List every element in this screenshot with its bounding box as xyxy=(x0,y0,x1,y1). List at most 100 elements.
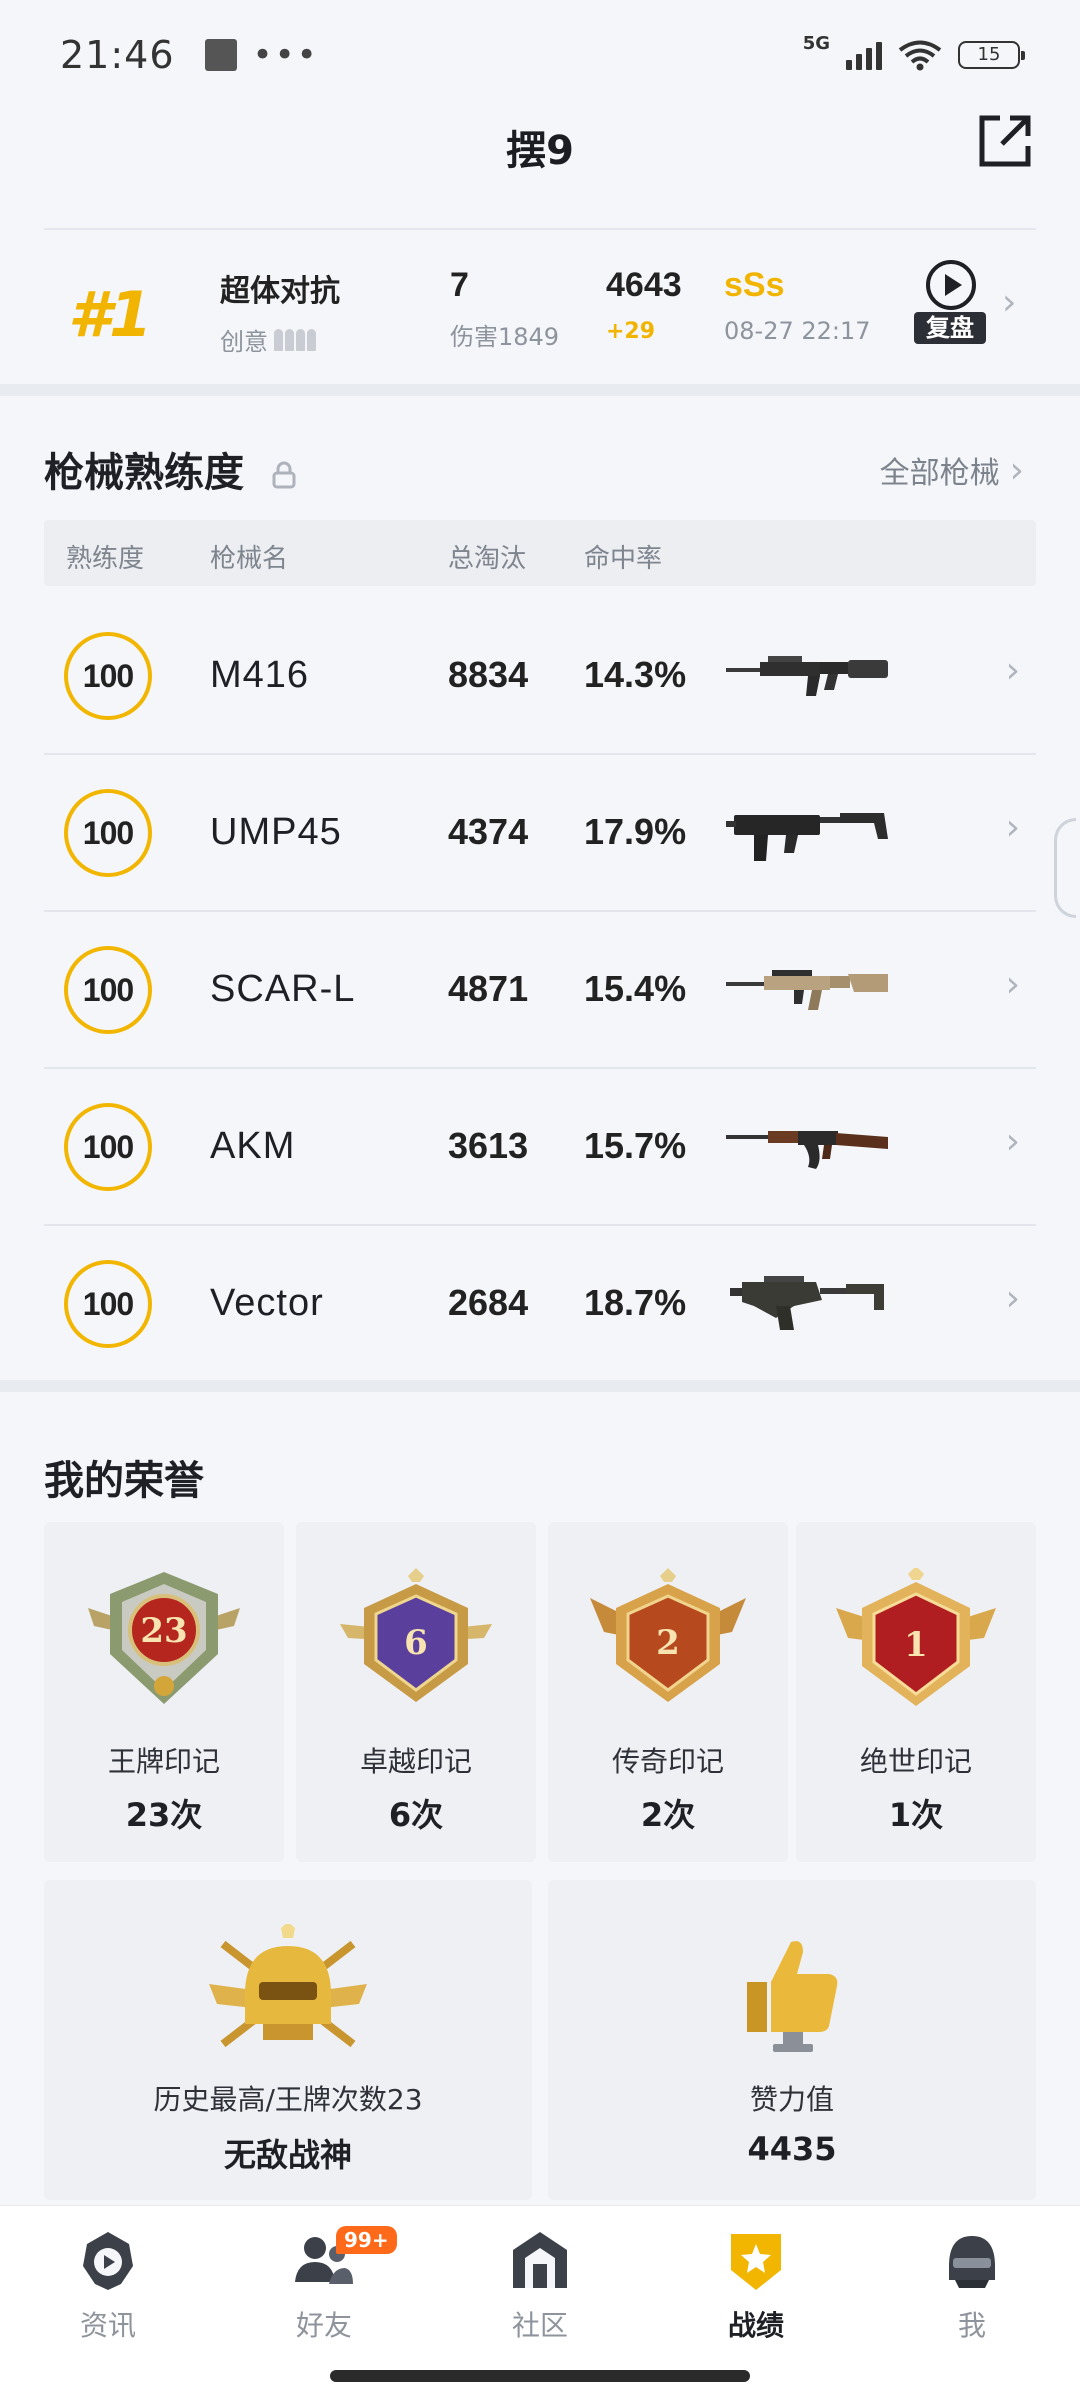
ace-emblem-icon: 23 xyxy=(88,1572,240,1704)
match-grade: sSs xyxy=(724,266,785,304)
nav-item-record[interactable]: 战绩 xyxy=(686,2230,826,2350)
column-header: 命中率 xyxy=(584,544,663,574)
honor-name: 卓越印记 xyxy=(359,1745,472,1778)
signal-icon xyxy=(846,40,882,70)
honor-card-excellent[interactable]: 6 卓越印记 6次 xyxy=(296,1522,536,1862)
weapon-row[interactable]: 100 Vector 2684 18.7% › xyxy=(44,1226,1036,1383)
match-rating-delta: +29 xyxy=(606,319,656,344)
m416-rifle-icon xyxy=(726,656,888,696)
nav-item-profile[interactable]: 我 xyxy=(902,2230,1042,2350)
ump45-smg-icon xyxy=(726,813,888,861)
weapon-kills: 8834 xyxy=(448,654,529,695)
weapon-row[interactable]: 100 UMP45 4374 17.9% › xyxy=(44,755,1036,912)
record-icon xyxy=(731,2234,781,2290)
nav-label: 我 xyxy=(957,2309,986,2342)
news-icon xyxy=(83,2232,133,2290)
match-rating: 4643 xyxy=(606,266,682,304)
proficiency-badge: 100 xyxy=(64,1103,152,1191)
highest-rank-card[interactable]: 历史最高/王牌次数23 无敌战神 xyxy=(44,1880,532,2200)
section-divider xyxy=(0,1380,1080,1392)
vector-smg-icon xyxy=(730,1276,884,1330)
honor-name: 王牌印记 xyxy=(107,1745,220,1778)
highest-rank-label: 历史最高/王牌次数23 xyxy=(153,2083,423,2116)
proficiency-badge: 100 xyxy=(64,632,152,720)
highest-rank-value: 无敌战神 xyxy=(223,2136,352,2174)
chevron-right-icon: › xyxy=(1009,449,1024,491)
nav-label: 战绩 xyxy=(727,2309,784,2342)
honor-card-ace[interactable]: 23 王牌印记 23次 xyxy=(44,1522,284,1862)
weapon-table-header: 熟练度 枪械名 总淘汰 命中率 xyxy=(44,520,1036,586)
nav-item-community[interactable]: 社区 xyxy=(470,2230,610,2350)
emblem-number: 6 xyxy=(404,1623,428,1663)
column-header: 总淘汰 xyxy=(448,544,527,574)
honor-count: 23次 xyxy=(125,1796,203,1834)
weapon-name: UMP45 xyxy=(210,811,342,853)
community-icon xyxy=(513,2232,567,2288)
weapon-kills: 4374 xyxy=(448,811,529,852)
weapon-row[interactable]: 100 SCAR-L 4871 15.4% › xyxy=(44,912,1036,1069)
match-datetime: 08-27 22:17 xyxy=(724,317,871,345)
battery-icon: 15 xyxy=(958,41,1025,69)
page-title: 摆9 xyxy=(506,128,574,174)
weapon-section-title: 枪械熟练度 xyxy=(44,450,244,496)
akm-rifle-icon xyxy=(726,1131,888,1169)
proficiency-badge: 100 xyxy=(64,1260,152,1348)
page-header: 摆9 xyxy=(0,100,1080,190)
match-mode: 超体对抗 xyxy=(220,274,340,309)
excellent-emblem-icon: 6 xyxy=(340,1568,492,1702)
side-drawer-handle[interactable] xyxy=(1054,818,1076,918)
wifi-icon xyxy=(898,40,942,71)
weapon-name: AKM xyxy=(210,1125,296,1167)
nav-item-news[interactable]: 资讯 xyxy=(38,2230,178,2350)
proficiency-badge: 100 xyxy=(64,946,152,1034)
all-weapons-link[interactable]: 全部枪械 › xyxy=(880,448,1024,492)
rank-badge: #1 xyxy=(68,278,152,351)
nav-item-friends[interactable]: 99+ 好友 xyxy=(254,2226,397,2350)
weapon-row[interactable]: 100 AKM 3613 15.7% › xyxy=(44,1069,1036,1226)
chevron-right-icon: › xyxy=(1005,807,1020,848)
honor-card-legend[interactable]: 2 传奇印记 2次 xyxy=(548,1522,788,1862)
chevron-right-icon: › xyxy=(1002,282,1017,323)
recent-match-card[interactable]: #1 超体对抗 创意 7 伤害1849 4643 +29 sSs 08-27 2… xyxy=(44,228,1036,378)
legend-emblem-icon: 2 xyxy=(590,1568,746,1702)
emblem-number: 2 xyxy=(656,1623,680,1663)
honor-card-peerless[interactable]: 1 绝世印记 1次 xyxy=(796,1522,1036,1862)
weapon-name: M416 xyxy=(210,654,310,696)
likes-card[interactable]: 赞力值 4435 xyxy=(548,1880,1036,2200)
all-weapons-label: 全部枪械 xyxy=(879,456,1000,491)
proficiency-badge: 100 xyxy=(64,789,152,877)
chevron-right-icon: › xyxy=(1005,1278,1020,1319)
friends-badge: 99+ xyxy=(336,2226,397,2254)
weapon-accuracy: 17.9% xyxy=(584,811,687,852)
replay-icon xyxy=(926,260,976,310)
lock-icon xyxy=(272,461,296,489)
honor-name: 绝世印记 xyxy=(859,1745,972,1778)
weapon-row[interactable]: 100 M416 8834 14.3% › xyxy=(44,598,1036,755)
match-mode-sub: 创意 xyxy=(220,328,268,356)
likes-value: 4435 xyxy=(747,2130,837,2168)
nav-label: 好友 xyxy=(295,2309,352,2342)
network-type: 5G xyxy=(802,32,830,54)
weapon-kills: 4871 xyxy=(448,968,529,1009)
chevron-right-icon: › xyxy=(1005,1121,1020,1162)
scar-l-rifle-icon xyxy=(726,970,888,1010)
weapon-section-header: 枪械熟练度 xyxy=(44,440,296,498)
replay-button[interactable]: 复盘 xyxy=(914,258,986,354)
column-header: 枪械名 xyxy=(210,544,289,574)
home-indicator[interactable] xyxy=(330,2370,750,2382)
nav-label: 资讯 xyxy=(79,2309,136,2342)
notification-icon xyxy=(204,39,237,71)
likes-label: 赞力值 xyxy=(749,2083,834,2116)
weapon-kills: 2684 xyxy=(448,1282,529,1323)
column-header: 熟练度 xyxy=(66,544,145,574)
squad-icon xyxy=(274,328,316,351)
status-time: 21:46 xyxy=(60,33,175,77)
honors-section-title: 我的荣誉 xyxy=(44,1458,204,1504)
weapon-kills: 3613 xyxy=(448,1125,529,1166)
peerless-emblem-icon: 1 xyxy=(836,1568,996,1706)
more-notifications-icon: ••• xyxy=(252,35,319,75)
chevron-right-icon: › xyxy=(1005,964,1020,1005)
share-external-icon[interactable] xyxy=(974,110,1036,172)
weapon-accuracy: 15.4% xyxy=(584,968,687,1009)
honor-count: 2次 xyxy=(640,1796,696,1834)
